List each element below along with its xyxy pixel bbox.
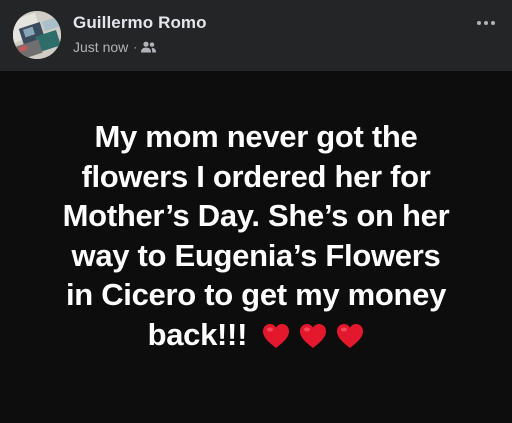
author-name[interactable]: Guillermo Romo [73,13,207,33]
avatar[interactable] [13,11,61,59]
post-text-line: way to Eugenia’s Flowers [71,237,441,273]
post-text-line: Mother’s Day. She’s on her [62,198,450,233]
post-text-line: back!!! [147,316,248,352]
heart-emoji-group [262,319,364,348]
heart-icon [299,319,327,348]
post-timestamp[interactable]: Just now [73,39,128,55]
friends-icon[interactable] [141,41,157,53]
heart-icon [336,319,364,348]
post-text-line: My mom never got the [94,119,418,154]
post-text-line: in Cicero to get my money [65,277,447,312]
post-text: My mom never got the flowers I ordered h… [24,117,488,354]
avatar-image [13,11,61,59]
heart-icon [262,319,290,348]
post-header: Guillermo Romo Just now · [0,0,512,71]
more-options-icon [477,21,495,25]
meta-separator: · [133,40,138,54]
post-text-last-line: back!!! [24,315,488,355]
post-card: Guillermo Romo Just now · My mom never g… [0,0,512,423]
post-body: My mom never got the flowers I ordered h… [0,71,512,423]
more-options-button[interactable] [470,7,502,39]
post-meta: Just now · [73,38,157,56]
post-text-line: flowers I ordered her for [81,158,431,194]
